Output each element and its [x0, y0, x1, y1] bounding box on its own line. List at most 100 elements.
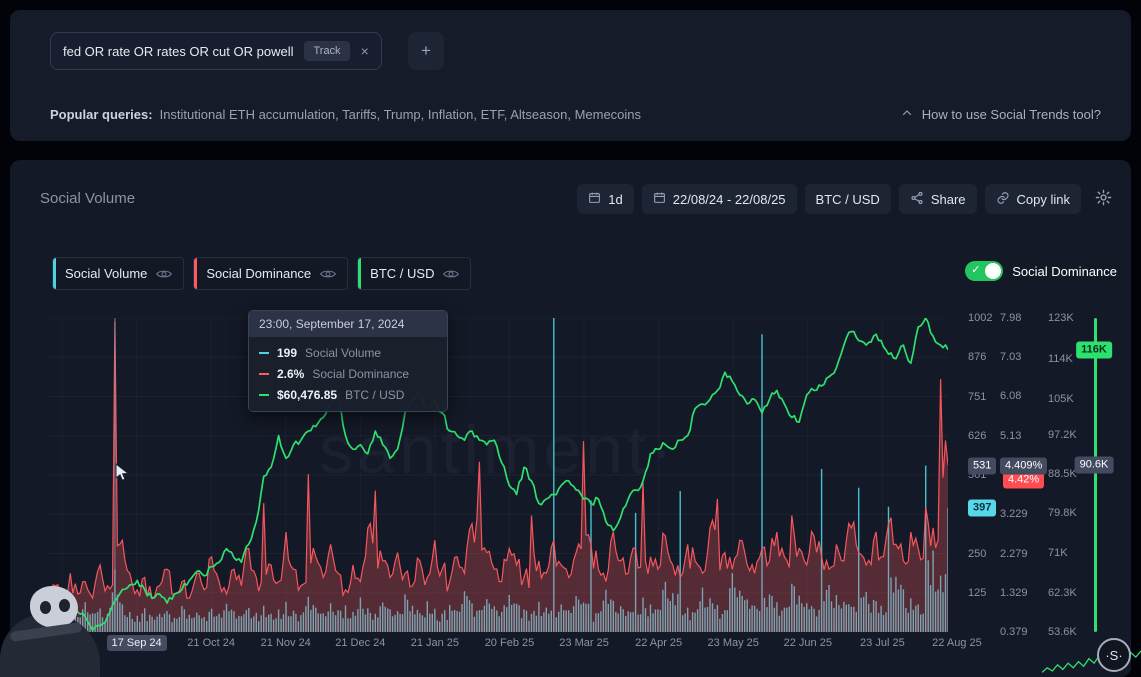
axis-badge: 4.409%: [1000, 457, 1047, 474]
share-icon: [910, 191, 924, 208]
axis-badge: 4.42%: [1003, 472, 1044, 489]
panel-title: Social Volume: [40, 190, 135, 207]
date-range-label: 22/08/24 - 22/08/25: [673, 192, 786, 207]
legend-label: BTC / USD: [370, 266, 434, 281]
query-panel: fed OR rate OR rates OR cut OR powell Tr…: [10, 10, 1131, 141]
x-axis-label: 21 Oct 24: [176, 637, 246, 649]
axis-badge: 397: [968, 499, 996, 516]
axis-tick: 0.379: [1000, 626, 1028, 638]
axis-tick: 250: [968, 548, 986, 560]
toggle-label: Social Dominance: [1012, 264, 1117, 279]
pair-button[interactable]: BTC / USD: [805, 184, 891, 214]
axis-tick: 114K: [1048, 353, 1073, 365]
tooltip-label: BTC / USD: [345, 388, 404, 402]
axis-tick: 1002: [968, 312, 992, 324]
x-axis-label: 21 Nov 24: [251, 637, 321, 649]
axis-tick: 2.279: [1000, 548, 1028, 560]
popular-queries-list[interactable]: Institutional ETH accumulation, Tariffs,…: [160, 107, 641, 122]
axis-badge: 90.6K: [1075, 456, 1114, 473]
tooltip-label: Social Dominance: [312, 367, 409, 381]
help-link[interactable]: How to use Social Trends tool?: [901, 107, 1101, 122]
legend: Social Volume Social Dominance BTC / USD: [52, 257, 471, 290]
x-axis-label: 22 Apr 25: [624, 637, 694, 649]
axis-badge: 531: [968, 457, 996, 474]
x-axis-label: 21 Dec 24: [325, 637, 395, 649]
x-axis-label: 23 Jul 25: [847, 637, 917, 649]
x-axis: 21 Aug17 Sep 2421 Oct 2421 Nov 2421 Dec …: [48, 637, 998, 655]
legend-color-bar: [53, 258, 56, 289]
x-axis-label: 23 Mar 25: [549, 637, 619, 649]
x-axis-label: 21 Jan 25: [400, 637, 470, 649]
query-text: fed OR rate OR rates OR cut OR powell: [63, 44, 293, 59]
axis-tick: 876: [968, 351, 986, 363]
copy-link-label: Copy link: [1017, 192, 1070, 207]
copy-link-button[interactable]: Copy link: [985, 184, 1081, 214]
social-dominance-toggle[interactable]: ✓: [965, 261, 1003, 281]
legend-label: Social Volume: [65, 266, 147, 281]
tooltip-header: 23:00, September 17, 2024: [249, 311, 447, 337]
add-query-button[interactable]: +: [408, 32, 444, 70]
tooltip-row: $60,476.85 BTC / USD: [259, 388, 437, 402]
tooltip-series-dash: [259, 394, 269, 396]
interval-icon: [588, 191, 601, 207]
axis-tick: 626: [968, 430, 986, 442]
x-axis-label: 22 Aug 25: [922, 637, 992, 649]
pair-label: BTC / USD: [816, 192, 880, 207]
axis-tick: 7.03: [1000, 351, 1021, 363]
volume-axis: 1002876751626501250125531397: [968, 318, 1004, 632]
tooltip-value: 2.6%: [277, 367, 304, 381]
close-icon[interactable]: ×: [361, 44, 369, 58]
tooltip-value: $60,476.85: [277, 388, 337, 402]
axis-tick: 105K: [1048, 393, 1074, 405]
legend-chip-social-volume[interactable]: Social Volume: [52, 257, 184, 290]
chart-plot[interactable]: santiment·: [48, 318, 948, 632]
axis-tick: 123K: [1048, 312, 1074, 324]
popular-queries: Popular queries:Institutional ETH accumu…: [50, 107, 641, 122]
page: fed OR rate OR rates OR cut OR powell Tr…: [0, 0, 1141, 677]
tooltip-row: 2.6% Social Dominance: [259, 367, 437, 381]
eye-icon[interactable]: [320, 268, 336, 280]
settings-button[interactable]: [1089, 184, 1117, 214]
axis-tick: 3.229: [1000, 508, 1028, 520]
x-axis-label: 17 Sep 24: [102, 637, 172, 649]
help-link-label: How to use Social Trends tool?: [922, 107, 1101, 122]
dominance-axis: 7.987.036.085.133.2292.2791.3290.3794.42…: [1000, 318, 1044, 632]
chart-toolbar: 1d 22/08/24 - 22/08/25 BTC / USD Share C…: [577, 184, 1117, 214]
share-label: Share: [931, 192, 966, 207]
check-icon: ✓: [971, 263, 980, 276]
date-range-button[interactable]: 22/08/24 - 22/08/25: [642, 184, 797, 214]
tooltip-body: 199Social Volume2.6%Social Dominance$60,…: [249, 337, 447, 411]
social-volume-panel: Social Volume 1d 22/08/24 - 22/08/25 BTC…: [10, 160, 1131, 677]
legend-chip-btc-usd[interactable]: BTC / USD: [357, 257, 471, 290]
mouse-cursor: [114, 463, 132, 487]
legend-color-bar: [194, 258, 197, 289]
x-axis-label: 22 Jun 25: [773, 637, 843, 649]
query-chip[interactable]: fed OR rate OR rates OR cut OR powell Tr…: [50, 32, 382, 70]
gear-icon: [1095, 189, 1112, 209]
axis-tick: 1.329: [1000, 587, 1028, 599]
chevron-up-icon: [901, 107, 913, 122]
share-button[interactable]: Share: [899, 184, 977, 214]
eye-icon[interactable]: [156, 268, 172, 280]
interval-button[interactable]: 1d: [577, 184, 633, 214]
dominance-toggle-wrap: ✓ Social Dominance: [965, 261, 1117, 281]
axis-tick: 71K: [1048, 547, 1068, 559]
calendar-icon: [653, 191, 666, 207]
chart-tooltip: 23:00, September 17, 2024 199Social Volu…: [248, 310, 448, 412]
x-axis-label: 23 May 25: [698, 637, 768, 649]
axis-tick: 751: [968, 391, 986, 403]
axis-tick: 5.13: [1000, 430, 1021, 442]
eye-icon[interactable]: [443, 268, 459, 280]
legend-chip-social-dominance[interactable]: Social Dominance: [193, 257, 348, 290]
tooltip-series-dash: [259, 373, 269, 375]
tooltip-label: Social Volume: [305, 346, 381, 360]
axis-tick: 6.08: [1000, 390, 1021, 402]
axis-tick: 7.98: [1000, 312, 1021, 324]
link-icon: [996, 191, 1010, 208]
mascot-image: [0, 586, 106, 677]
chart-canvas[interactable]: [48, 318, 948, 632]
x-axis-label: 20 Feb 25: [474, 637, 544, 649]
santiment-logo-badge[interactable]: ·S·: [1097, 638, 1131, 672]
axis-badge: 116K: [1076, 341, 1112, 358]
track-button[interactable]: Track: [304, 41, 349, 61]
